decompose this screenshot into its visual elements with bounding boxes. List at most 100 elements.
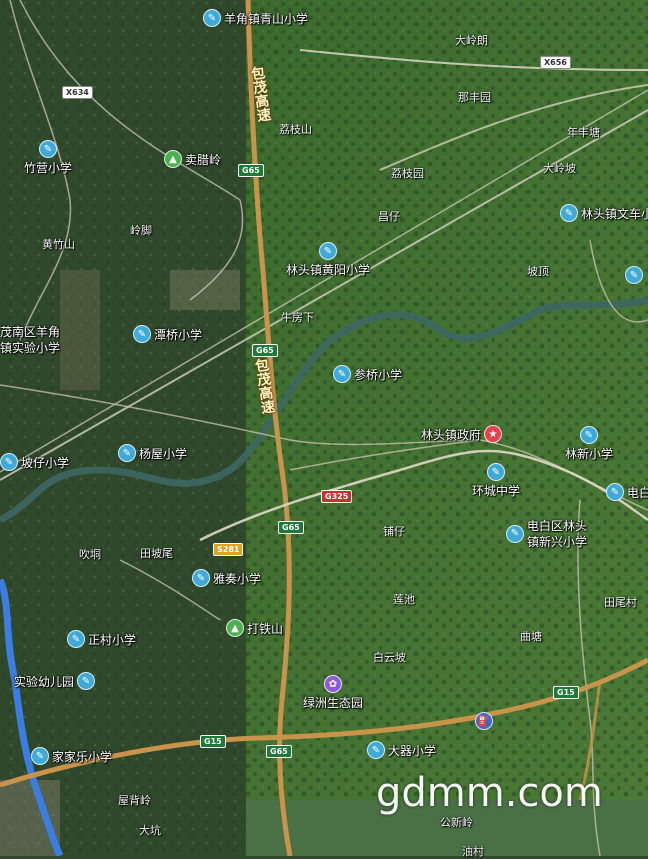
poi-label: 潭桥小学: [154, 327, 203, 342]
place-label: 大岭朗: [455, 34, 488, 47]
school-icon: ✎: [580, 426, 598, 444]
poi-school[interactable]: ✎ 竹营小学: [24, 140, 72, 176]
school-icon: ✎: [487, 463, 505, 481]
poi-label: 实验幼儿园: [14, 674, 75, 689]
poi-label: 电白区林头 镇新兴小学: [527, 519, 588, 549]
poi-school[interactable]: ✎ 环城中学: [472, 463, 520, 499]
poi-peak[interactable]: ▲ 打铁山: [226, 619, 283, 637]
school-icon: ✎: [625, 266, 643, 284]
star-icon: ★: [484, 425, 503, 443]
place-label: 田尾村: [604, 596, 637, 609]
poi-gas-station[interactable]: ⛽: [475, 712, 493, 730]
place-label: 黄竹山: [42, 238, 75, 251]
road-shield-s281[interactable]: S281: [213, 543, 244, 556]
place-label: 白云坡: [373, 651, 406, 664]
school-icon: ✎: [606, 483, 624, 501]
poi-government[interactable]: 林头镇政府 ★: [421, 425, 503, 443]
school-icon: ✎: [67, 630, 85, 648]
place-label: 大坑: [139, 824, 161, 837]
poi-label: 林头镇文车小: [581, 206, 648, 221]
road-shield-x634[interactable]: X634: [62, 86, 93, 99]
place-label: 油村: [462, 845, 484, 858]
place-label: 年丰塘: [567, 126, 600, 139]
road-shield-g325[interactable]: G325: [321, 490, 353, 503]
place-label: 田坡尾: [140, 547, 173, 560]
poi-label: 正村小学: [88, 632, 137, 647]
road-shield-g15[interactable]: G15: [553, 686, 579, 699]
road-shield-g65[interactable]: G65: [278, 521, 304, 534]
road-shield-g65[interactable]: G65: [266, 745, 292, 758]
school-icon: ✎: [560, 204, 578, 222]
poi-school[interactable]: ✎ 杨屋小学: [118, 444, 187, 462]
place-label: 吹垌: [79, 548, 101, 561]
poi-label: 参桥小学: [354, 367, 403, 382]
school-icon: ✎: [133, 325, 151, 343]
place-label: 牛房下: [281, 311, 314, 324]
poi-label: 家家乐小学: [52, 749, 113, 764]
mountain-icon: ▲: [226, 619, 244, 637]
poi-park[interactable]: ✿ 绿洲生态园: [303, 675, 363, 711]
poi-label: 茂南区羊角 镇实验小学: [0, 325, 61, 355]
school-icon: ✎: [39, 140, 57, 158]
place-label: 岭脚: [130, 224, 152, 237]
road-shield-x656[interactable]: X656: [540, 56, 571, 69]
poi-label: 卖腊岭: [185, 152, 222, 167]
poi-label: 坡仔小学: [21, 455, 70, 470]
place-label: 屋背岭: [118, 794, 151, 807]
poi-label: 雅奏小学: [213, 571, 262, 586]
place-label: 大岭坡: [543, 162, 576, 175]
poi-school[interactable]: ✎ 林新小学: [565, 426, 613, 462]
school-icon: ✎: [506, 525, 524, 543]
poi-school[interactable]: ✎ 电白区林头 镇新兴小学: [506, 518, 587, 550]
road-shield-g15[interactable]: G15: [200, 735, 226, 748]
place-label: 那丰园: [458, 91, 491, 104]
park-icon: ✿: [324, 675, 342, 693]
school-icon: ✎: [333, 365, 351, 383]
poi-school[interactable]: ✎ 潭桥小学: [133, 325, 202, 343]
poi-school[interactable]: ✎ 大器小学: [367, 741, 436, 759]
poi-label: 羊角镇青山小学: [224, 11, 309, 26]
school-icon: ✎: [192, 569, 210, 587]
school-icon: ✎: [77, 672, 96, 690]
poi-label: 电白: [627, 485, 648, 500]
poi-school[interactable]: ✎ 参桥小学: [333, 365, 402, 383]
watermark: gdmm.com: [376, 770, 603, 816]
poi-label: 绿洲生态园: [303, 696, 364, 710]
poi-label: 杨屋小学: [139, 446, 188, 461]
poi-school[interactable]: ✎: [625, 266, 643, 284]
school-icon: ✎: [319, 242, 337, 260]
place-label: 铺仔: [383, 525, 405, 538]
road-shield-g65[interactable]: G65: [238, 164, 264, 177]
poi-school[interactable]: ✎ 电白: [606, 483, 648, 501]
school-icon: ✎: [0, 453, 18, 471]
place-label: 坡顶: [527, 265, 549, 278]
poi-label: 林新小学: [565, 447, 614, 461]
poi-school[interactable]: ✎ 羊角镇青山小学: [203, 9, 308, 27]
place-label: 荔枝园: [391, 167, 424, 180]
gas-station-icon: ⛽: [475, 712, 493, 730]
poi-school[interactable]: ✎ 雅奏小学: [192, 569, 261, 587]
place-label: 莲池: [393, 593, 415, 606]
poi-label: 打铁山: [247, 621, 284, 636]
poi-kindergarten[interactable]: 实验幼儿园 ✎: [14, 672, 96, 690]
mountain-icon: ▲: [164, 150, 182, 168]
poi-school[interactable]: ✎ 林头镇文车小: [560, 204, 648, 222]
poi-label: 林头镇政府: [421, 427, 482, 442]
place-label: 曲塘: [520, 630, 542, 643]
poi-label: 林头镇黄阳小学: [286, 263, 371, 277]
place-label: 昌仔: [378, 210, 400, 223]
school-icon: ✎: [118, 444, 136, 462]
poi-label: 大器小学: [388, 743, 437, 758]
poi-school[interactable]: 茂南区羊角 镇实验小学: [0, 324, 60, 356]
school-icon: ✎: [203, 9, 221, 27]
poi-school[interactable]: ✎ 林头镇黄阳小学: [286, 242, 370, 278]
road-shield-g65[interactable]: G65: [252, 344, 278, 357]
school-icon: ✎: [367, 741, 385, 759]
place-label: 公新岭: [440, 816, 473, 829]
place-label: 荔枝山: [279, 123, 312, 136]
poi-school[interactable]: ✎ 坡仔小学: [0, 453, 69, 471]
poi-school[interactable]: ✎ 正村小学: [67, 630, 136, 648]
poi-school[interactable]: ✎ 家家乐小学: [31, 747, 112, 765]
satellite-map[interactable]: [0, 0, 648, 856]
poi-peak[interactable]: ▲ 卖腊岭: [164, 150, 221, 168]
